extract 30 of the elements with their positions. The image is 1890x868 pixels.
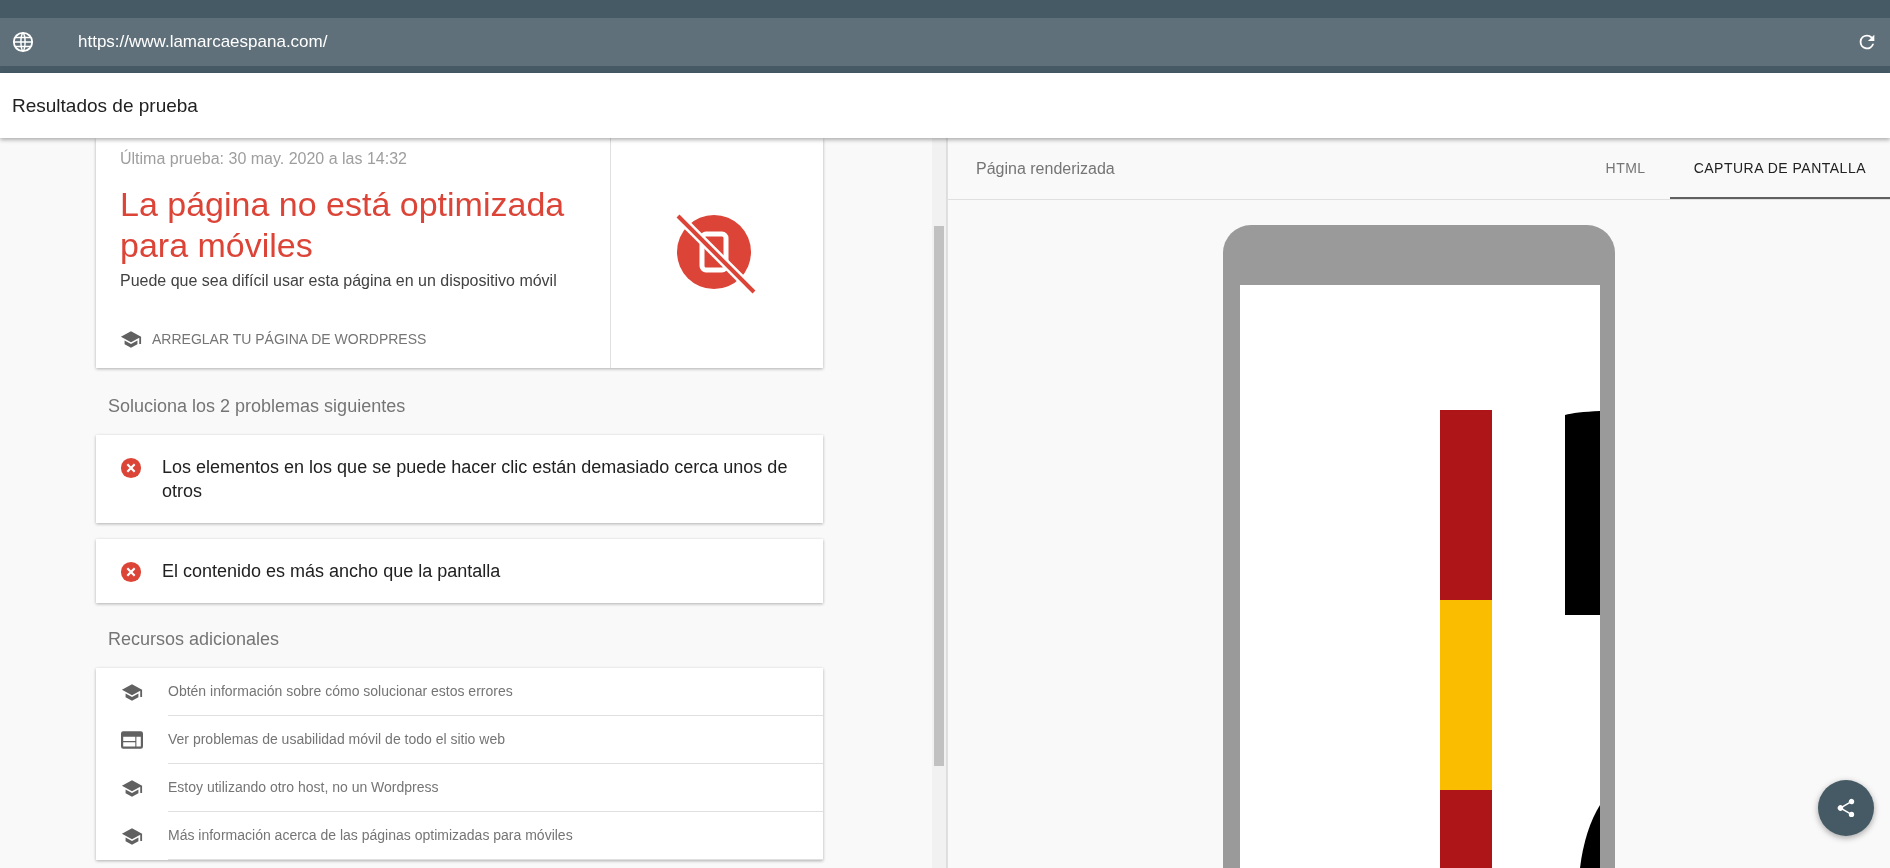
preview-tab[interactable]: HTML <box>1581 138 1670 199</box>
last-test-date: Última prueba: 30 may. 2020 a las 14:32 <box>120 150 408 168</box>
graduation-cap-icon <box>120 329 142 348</box>
verdict-subtitle: Puede que sea difícil usar esta página en un dispositivo móvil <box>120 271 558 290</box>
resource-link[interactable]: Ver problemas de usabilidad móvil de todo el sitio web <box>96 715 823 764</box>
scrollbar[interactable] <box>932 138 947 868</box>
graduation-cap-icon <box>121 682 143 701</box>
error-icon <box>120 456 142 479</box>
problem-text: Los elementos en los que se puede hacer clic están demasiado cerca unos de otros <box>162 455 789 503</box>
problem-card[interactable]: Los elementos en los que se puede hacer clic están demasiado cerca unos de otros <box>96 434 823 523</box>
resources-heading: Recursos adicionales <box>108 628 281 650</box>
share-icon <box>1835 797 1857 819</box>
verdict-title: La página no está optimizada para móviles <box>120 184 566 266</box>
resource-link[interactable]: Estoy utilizando otro host, no un Wordpress <box>96 763 823 812</box>
resource-link[interactable]: Más información acerca de las páginas optimizadas para móviles <box>96 811 823 860</box>
url-text: https://www.lamarcaespana.com/ <box>78 32 329 52</box>
share-button[interactable] <box>1818 780 1874 836</box>
error-icon <box>120 560 142 583</box>
fix-wordpress-link[interactable]: ARREGLAR TU PÁGINA DE WORDPRESS <box>120 329 586 348</box>
problem-text: El contenido es más ancho que la pantalla <box>162 559 501 583</box>
preview-title: Página renderizada <box>976 159 1116 178</box>
web-page-icon <box>121 730 143 749</box>
problems-heading: Soluciona los 2 problemas siguientes <box>108 395 407 417</box>
globe-icon <box>12 31 34 53</box>
page-title: Resultados de prueba <box>12 94 198 117</box>
resource-link[interactable]: Obtén información sobre cómo solucionar estos errores <box>96 667 823 716</box>
problem-card[interactable]: El contenido es más ancho que la pantalla <box>96 538 823 603</box>
graduation-cap-icon <box>121 826 143 845</box>
graduation-cap-icon <box>121 778 143 797</box>
preview-tab[interactable]: CAPTURA DE PANTALLA <box>1669 138 1890 199</box>
